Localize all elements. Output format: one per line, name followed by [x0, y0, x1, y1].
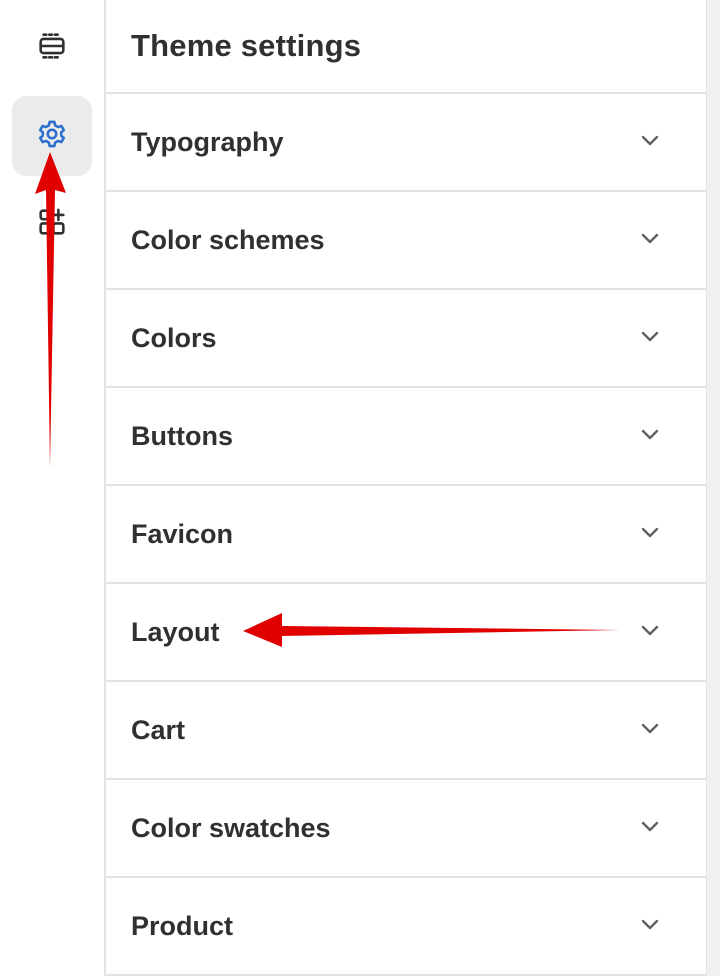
section-label: Color swatches: [131, 812, 331, 843]
sections-icon: [35, 29, 69, 68]
settings-section-cart[interactable]: Cart: [106, 682, 706, 780]
chevron-down-icon[interactable]: [638, 716, 662, 745]
settings-section-layout[interactable]: Layout: [106, 584, 706, 682]
section-label: Product: [131, 910, 234, 941]
chevron-down-icon[interactable]: [638, 422, 662, 451]
sections-button[interactable]: [12, 8, 92, 88]
apps-icon: [35, 205, 69, 244]
panel-header: Theme settings: [106, 0, 706, 94]
section-label: Cart: [131, 714, 186, 745]
section-label: Colors: [131, 322, 217, 353]
section-label: Typography: [131, 126, 284, 157]
settings-section-colors[interactable]: Colors: [106, 290, 706, 388]
settings-section-typography[interactable]: Typography: [106, 94, 706, 192]
section-label: Favicon: [131, 518, 234, 549]
sidebar-rail: [0, 0, 106, 976]
scrollbar[interactable]: [707, 0, 720, 976]
settings-section-list: Typography Color schemes Colors Buttons Favi…: [106, 94, 706, 976]
theme-settings-panel: Theme settings Typography Color schemes Co…: [106, 0, 707, 976]
settings-section-favicon[interactable]: Favicon: [106, 486, 706, 584]
apps-button[interactable]: [12, 184, 92, 264]
settings-section-product[interactable]: Product: [106, 878, 706, 976]
chevron-down-icon[interactable]: [638, 912, 662, 941]
theme-settings-button[interactable]: [12, 96, 92, 176]
section-label: Layout: [131, 616, 220, 647]
settings-section-color-swatches[interactable]: Color swatches: [106, 780, 706, 878]
chevron-down-icon[interactable]: [638, 128, 662, 157]
chevron-down-icon[interactable]: [638, 814, 662, 843]
section-label: Buttons: [131, 420, 233, 451]
chevron-down-icon[interactable]: [638, 226, 662, 255]
settings-section-buttons[interactable]: Buttons: [106, 388, 706, 486]
chevron-down-icon[interactable]: [638, 324, 662, 353]
chevron-down-icon[interactable]: [638, 520, 662, 549]
gear-icon: [35, 117, 69, 156]
chevron-down-icon[interactable]: [638, 618, 662, 647]
section-label: Color schemes: [131, 224, 325, 255]
page-title: Theme settings: [131, 28, 362, 63]
settings-section-color-schemes[interactable]: Color schemes: [106, 192, 706, 290]
